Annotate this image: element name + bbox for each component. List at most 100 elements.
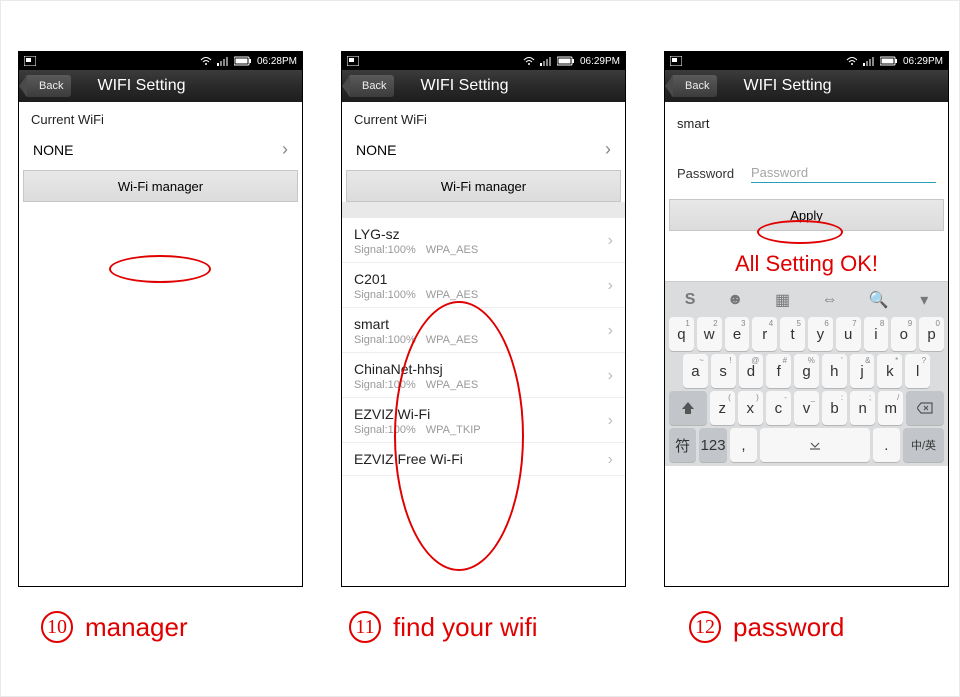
emoji-icon[interactable]: ☻ (727, 291, 744, 309)
space-key[interactable] (760, 428, 869, 462)
signal-icon (863, 56, 875, 66)
symbol-key[interactable]: 符 (669, 428, 696, 462)
keyboard-row-3: (z)x-c_v:b;n/m (669, 391, 944, 425)
key-s[interactable]: !s (711, 354, 736, 388)
signal-icon (217, 56, 229, 66)
current-wifi-row[interactable]: NONE › (19, 131, 302, 170)
step-text-11: find your wifi (393, 612, 538, 643)
page-title: WIFI Setting (71, 77, 296, 95)
numeric-key[interactable]: 123 (699, 428, 726, 462)
keyboard-layout-icon[interactable]: ▦ (775, 290, 790, 310)
step-text-12: password (733, 612, 844, 643)
key-w[interactable]: 2w (697, 317, 722, 351)
wifi-network-row[interactable]: LYG-sz Signal:100%WPA_AES › (342, 218, 625, 263)
back-button[interactable]: Back (671, 75, 717, 97)
key-d[interactable]: @d (739, 354, 764, 388)
chevron-right-icon: › (608, 412, 613, 430)
ssid-value: smart (665, 102, 948, 135)
wifi-network-meta: Signal:100%WPA_AES (354, 244, 478, 256)
key-m[interactable]: /m (878, 391, 903, 425)
wifi-network-row[interactable]: EZVIZ Free Wi-Fi› (342, 443, 625, 476)
page-title: WIFI Setting (394, 77, 619, 95)
all-setting-ok-text: All Setting OK! (665, 231, 948, 281)
comma-key[interactable]: , (730, 428, 757, 462)
wifi-network-name: EZVIZ Wi-Fi (354, 406, 481, 422)
chevron-right-icon: › (608, 367, 613, 385)
key-h[interactable]: 'h (822, 354, 847, 388)
current-wifi-value: NONE (356, 142, 396, 158)
search-icon[interactable]: 🔍 (869, 290, 889, 310)
wifi-network-row[interactable]: smart Signal:100%WPA_AES › (342, 308, 625, 353)
chevron-right-icon: › (608, 277, 613, 295)
key-a[interactable]: ~a (683, 354, 708, 388)
wifi-network-name: LYG-sz (354, 226, 478, 242)
password-field[interactable] (751, 163, 936, 183)
key-j[interactable]: &j (850, 354, 875, 388)
key-b[interactable]: :b (822, 391, 847, 425)
back-button[interactable]: Back (348, 75, 394, 97)
status-bar: 06:29PM (342, 52, 625, 70)
screenshot-icon (24, 56, 36, 66)
wifi-network-row[interactable]: EZVIZ Wi-Fi Signal:100%WPA_TKIP › (342, 398, 625, 443)
key-p[interactable]: 0p (919, 317, 944, 351)
caption-step-10: 10 manager (41, 611, 188, 643)
period-key[interactable]: . (873, 428, 900, 462)
section-gap (342, 202, 625, 218)
backspace-key[interactable] (906, 391, 944, 425)
collapse-keyboard-icon[interactable]: ▾ (920, 290, 928, 310)
key-z[interactable]: (z (710, 391, 735, 425)
key-v[interactable]: _v (794, 391, 819, 425)
current-wifi-row[interactable]: NONE › (342, 131, 625, 170)
status-bar: 06:28PM (19, 52, 302, 70)
wifi-network-meta: Signal:100%WPA_TKIP (354, 424, 481, 436)
wifi-network-meta: Signal:100%WPA_AES (354, 334, 478, 346)
app-header: Back WIFI Setting (342, 70, 625, 102)
chevron-right-icon: › (282, 139, 288, 160)
app-header: Back WIFI Setting (19, 70, 302, 102)
key-i[interactable]: 8i (864, 317, 889, 351)
app-header: Back WIFI Setting (665, 70, 948, 102)
key-l[interactable]: ?l (905, 354, 930, 388)
current-wifi-label: Current WiFi (342, 102, 625, 131)
cursor-move-icon[interactable]: ⇔ (822, 291, 838, 309)
wifi-network-row[interactable]: ChinaNet-hhsjSignal:100%WPA_AES› (342, 353, 625, 398)
key-y[interactable]: 6y (808, 317, 833, 351)
key-x[interactable]: )x (738, 391, 763, 425)
shift-key[interactable] (669, 391, 707, 425)
key-g[interactable]: %g (794, 354, 819, 388)
wifi-manager-button[interactable]: Wi-Fi manager (23, 170, 298, 202)
phone-step-10: 06:28PM Back WIFI Setting Current WiFi N… (18, 51, 303, 587)
wifi-network-name: smart (354, 316, 478, 332)
sogou-logo-icon[interactable]: S (685, 291, 696, 309)
wifi-manager-button[interactable]: Wi-Fi manager (346, 170, 621, 202)
panel-body: Current WiFi NONE › Wi-Fi manager (19, 102, 302, 202)
wifi-network-meta: Signal:100%WPA_AES (354, 289, 478, 301)
chevron-right-icon: › (608, 232, 613, 250)
step-text-10: manager (85, 612, 188, 643)
key-c[interactable]: -c (766, 391, 791, 425)
key-t[interactable]: 5t (780, 317, 805, 351)
wifi-network-row[interactable]: C201 Signal:100%WPA_AES › (342, 263, 625, 308)
chevron-right-icon: › (608, 451, 613, 469)
wifi-network-name: C201 (354, 271, 478, 287)
key-u[interactable]: 7u (836, 317, 861, 351)
chevron-right-icon: › (608, 322, 613, 340)
panel-body: smart Password Apply All Setting OK! S ☻… (665, 102, 948, 466)
key-o[interactable]: 9o (891, 317, 916, 351)
phone-step-12: 06:29PM Back WIFI Setting smart Password… (664, 51, 949, 587)
key-e[interactable]: 3e (725, 317, 750, 351)
battery-icon (234, 56, 252, 66)
wifi-icon (523, 56, 535, 66)
apply-button[interactable]: Apply (669, 199, 944, 231)
key-r[interactable]: 4r (752, 317, 777, 351)
key-q[interactable]: 1q (669, 317, 694, 351)
key-f[interactable]: #f (766, 354, 791, 388)
caption-step-12: 12 password (689, 611, 844, 643)
wifi-network-name: ChinaNet-hhsj (354, 361, 478, 377)
key-k[interactable]: *k (877, 354, 902, 388)
language-key[interactable]: 中/英 (903, 428, 944, 462)
back-button[interactable]: Back (25, 75, 71, 97)
chevron-right-icon: › (605, 139, 611, 160)
status-time: 06:29PM (903, 56, 943, 67)
key-n[interactable]: ;n (850, 391, 875, 425)
